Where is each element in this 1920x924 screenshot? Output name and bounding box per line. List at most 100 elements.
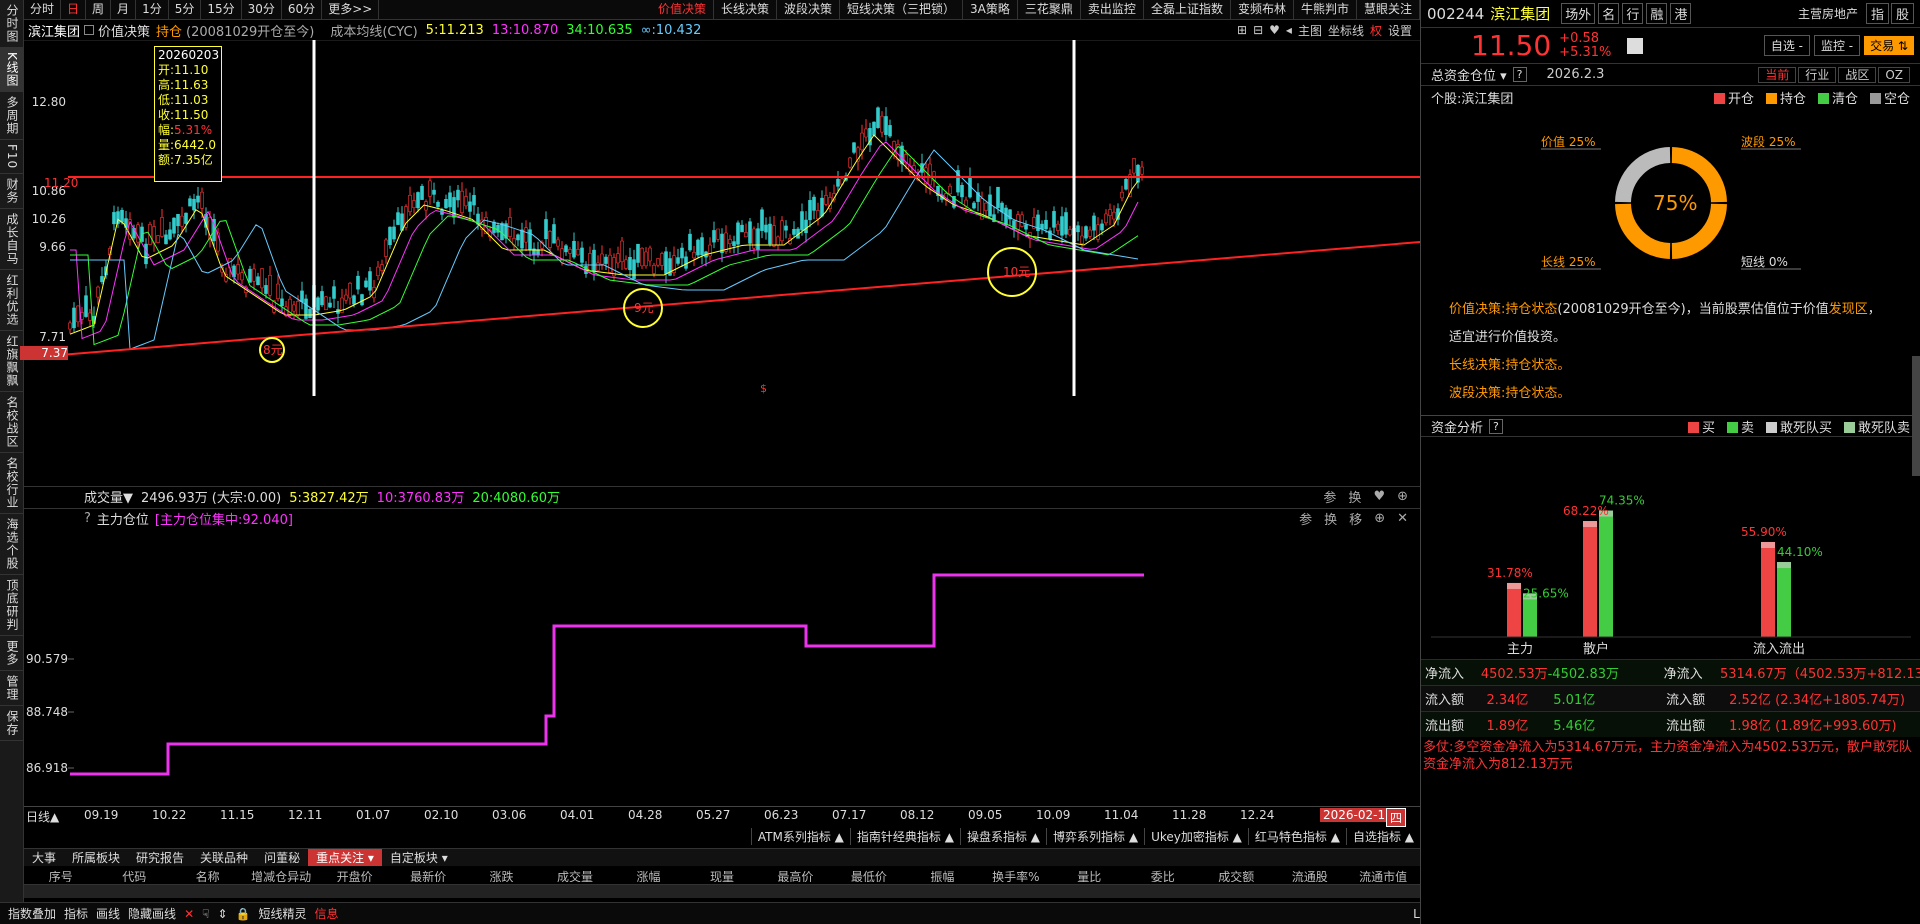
question-icon[interactable]: ?: [1489, 418, 1503, 434]
indicator-menu[interactable]: 操盘系指标 ▲: [959, 827, 1046, 845]
switch-icon[interactable]: 换: [1348, 487, 1361, 506]
column-header[interactable]: 名称: [171, 868, 244, 882]
arrow-left-icon[interactable]: ◂: [1286, 23, 1292, 37]
stock-tag[interactable]: 港: [1670, 3, 1692, 24]
indicator-menu[interactable]: 博弈系列指标 ▲: [1046, 827, 1144, 845]
column-header[interactable]: 开盘价: [318, 868, 391, 882]
checkbox-icon[interactable]: [84, 25, 95, 35]
vnav-item[interactable]: 多周期: [0, 92, 24, 140]
day-label[interactable]: 日线▲: [26, 808, 59, 825]
bottom-tab[interactable]: 研究报告: [128, 849, 192, 866]
vnav-item[interactable]: 红旗飘飘: [0, 331, 24, 393]
question-icon[interactable]: ?: [84, 511, 91, 526]
adjust-button[interactable]: 权: [1370, 22, 1382, 39]
status-tool[interactable]: ✕: [184, 907, 194, 921]
position-tab[interactable]: 行业: [1798, 67, 1837, 83]
bottom-tab[interactable]: 问董秘: [256, 849, 308, 866]
vnav-item[interactable]: 保存: [0, 706, 24, 742]
status-tool[interactable]: ⇕: [217, 907, 227, 921]
vnav-item[interactable]: K线图: [0, 48, 24, 92]
bottom-tab[interactable]: 大事: [24, 849, 64, 866]
decision-tab[interactable]: 短线决策（三把锁）: [840, 0, 964, 19]
qr-icon[interactable]: [1627, 37, 1644, 54]
column-header[interactable]: 流通股: [1273, 868, 1346, 882]
position-title[interactable]: 总资金仓位 ▾: [1431, 65, 1507, 84]
stock-tag[interactable]: 场外: [1561, 3, 1596, 24]
decision-tab[interactable]: 三花聚鼎: [1018, 0, 1081, 19]
vnav-item[interactable]: 管理: [0, 671, 24, 707]
bottom-tab[interactable]: 所属板块: [64, 849, 128, 866]
column-header[interactable]: 现量: [685, 868, 758, 882]
decision-tab[interactable]: 长线决策: [714, 0, 778, 19]
period-button[interactable]: 日: [61, 0, 87, 19]
column-header[interactable]: 代码: [97, 868, 170, 882]
column-header[interactable]: 涨幅: [612, 868, 685, 882]
period-button[interactable]: 1分: [136, 0, 169, 19]
column-header[interactable]: 成交额: [1200, 868, 1273, 882]
period-button[interactable]: 5分: [169, 0, 202, 19]
vnav-item[interactable]: F10: [0, 140, 24, 175]
index-button[interactable]: 指: [1865, 3, 1889, 24]
column-header[interactable]: 成交量: [538, 868, 611, 882]
switch-icon[interactable]: 换: [1324, 509, 1337, 528]
horizontal-scrollbar[interactable]: [24, 884, 1420, 898]
move-icon[interactable]: 移: [1349, 509, 1362, 528]
zoom-icon[interactable]: ⊕: [1397, 489, 1408, 504]
close-icon[interactable]: ✕: [1397, 511, 1408, 526]
vnav-item[interactable]: 名校行业: [0, 453, 24, 515]
vnav-item[interactable]: 更多: [0, 636, 24, 672]
decision-tab[interactable]: 牛熊判市: [1294, 0, 1357, 19]
stock-tag[interactable]: 融: [1646, 3, 1668, 24]
coord-line-button[interactable]: 坐标线: [1328, 22, 1364, 39]
status-tool[interactable]: 画线: [96, 905, 120, 922]
column-header[interactable]: 最新价: [391, 868, 464, 882]
period-button[interactable]: 30分: [242, 0, 282, 19]
settings-button[interactable]: 设置: [1388, 22, 1412, 39]
indicator-menu[interactable]: 自选指标 ▲: [1345, 827, 1420, 845]
zoom-icon[interactable]: ⊕: [1374, 511, 1385, 526]
position-tab[interactable]: OZ: [1878, 67, 1910, 83]
column-header[interactable]: 序号: [24, 868, 97, 882]
volume-label[interactable]: 成交量▼: [84, 487, 133, 506]
position-tab[interactable]: 战区: [1838, 67, 1877, 83]
indicator-menu[interactable]: Ukey加密指标 ▲: [1144, 827, 1248, 845]
kline-chart[interactable]: 8元 9元 10元 $: [24, 40, 1420, 486]
period-button[interactable]: 更多>>: [322, 0, 380, 19]
trade-button[interactable]: 交易 ⇅: [1864, 36, 1914, 55]
status-tool[interactable]: 指标: [64, 905, 88, 922]
bottom-tab[interactable]: 自定板块 ▾: [382, 849, 456, 866]
bottom-tab[interactable]: 关联品种: [192, 849, 256, 866]
param-icon[interactable]: 参: [1299, 509, 1312, 528]
monitor-button[interactable]: 监控 -: [1813, 35, 1861, 56]
stock-tag[interactable]: 名: [1598, 3, 1620, 24]
position-chart[interactable]: 90.579 88.748 86.918: [24, 528, 1420, 806]
column-header[interactable]: 流通市值: [1346, 868, 1419, 882]
period-button[interactable]: 周: [86, 0, 112, 19]
indicator-menu[interactable]: 指南针经典指标 ▲: [849, 827, 960, 845]
column-header[interactable]: 增减仓异动: [244, 868, 317, 882]
position-tab[interactable]: 当前: [1758, 67, 1797, 83]
vnav-item[interactable]: 红利优选: [0, 270, 24, 332]
column-header[interactable]: 量比: [1053, 868, 1126, 882]
decision-tab[interactable]: 价值决策: [651, 0, 714, 19]
indicator-menu[interactable]: ATM系列指标 ▲: [750, 827, 850, 845]
status-tool[interactable]: 信息: [314, 905, 338, 922]
vnav-item[interactable]: 海选个股: [0, 514, 24, 576]
bottom-tab[interactable]: 重点关注 ▾: [308, 849, 382, 866]
heart-icon[interactable]: ♥: [1269, 23, 1280, 37]
decision-tab[interactable]: 波段决策: [777, 0, 841, 19]
decision-tab[interactable]: 3A策略: [963, 0, 1018, 19]
right-scrollbar[interactable]: [1912, 356, 1920, 476]
minus-icon[interactable]: ⊟: [1253, 23, 1263, 37]
status-tool[interactable]: ☟: [202, 907, 209, 921]
decision-tab[interactable]: 卖出监控: [1081, 0, 1144, 19]
status-tool[interactable]: 🔒: [236, 907, 251, 921]
decision-tab[interactable]: 变频布林: [1231, 0, 1294, 19]
stock-button[interactable]: 股: [1890, 3, 1914, 24]
status-tool[interactable]: 短线精灵: [258, 905, 306, 922]
column-header[interactable]: 涨跌: [465, 868, 538, 882]
status-tool[interactable]: 指数叠加: [8, 905, 56, 922]
column-header[interactable]: 委比: [1126, 868, 1199, 882]
vnav-item[interactable]: 成长自马: [0, 209, 24, 271]
period-button[interactable]: 60分: [282, 0, 323, 19]
